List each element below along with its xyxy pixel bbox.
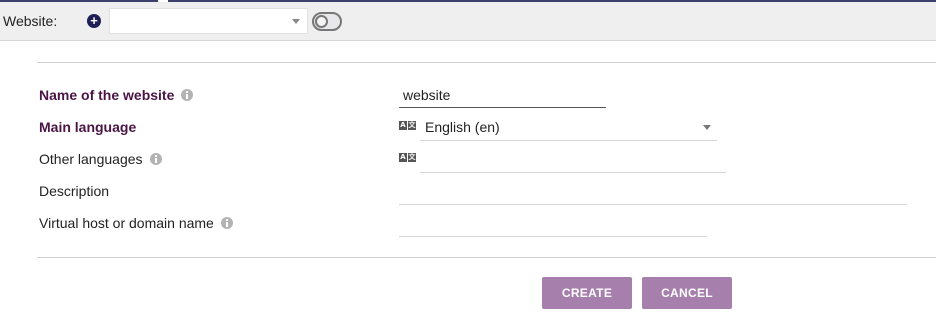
form-bottom-divider — [37, 257, 936, 258]
name-label: Name of the website — [39, 87, 175, 103]
description-row-label: Description — [39, 183, 109, 199]
name-row-label: Name of the website — [39, 87, 194, 103]
main-language-row-label: Main language — [39, 119, 136, 135]
info-icon[interactable] — [220, 217, 233, 229]
main-language-select[interactable]: English (en) — [420, 114, 717, 141]
website-toolbar: Website: + — [0, 2, 936, 41]
virtual-host-input[interactable] — [399, 211, 707, 237]
virtual-host-row-label: Virtual host or domain name — [39, 215, 233, 231]
chevron-down-icon — [292, 19, 300, 24]
chevron-down-icon — [703, 125, 711, 130]
language-icon: A文 — [399, 121, 416, 130]
main-language-value: English (en) — [425, 119, 500, 135]
form-top-divider — [37, 62, 936, 63]
description-label: Description — [39, 183, 110, 199]
language-icon: A文 — [399, 153, 416, 162]
description-input[interactable] — [399, 179, 907, 205]
other-languages-input[interactable] — [420, 147, 726, 173]
toggle-knob — [315, 15, 328, 28]
website-label: Website: — [3, 13, 58, 29]
main-language-label: Main language — [39, 119, 137, 135]
website-name-input[interactable] — [399, 82, 606, 108]
cancel-button[interactable]: CANCEL — [642, 277, 732, 309]
other-languages-row-label: Other languages — [39, 151, 162, 167]
virtual-host-label: Virtual host or domain name — [39, 215, 214, 231]
info-icon[interactable] — [181, 89, 194, 101]
toggle-icon[interactable] — [312, 12, 342, 31]
create-button[interactable]: CREATE — [542, 277, 632, 309]
website-select[interactable] — [109, 8, 308, 34]
other-languages-label: Other languages — [39, 151, 143, 167]
add-website-icon[interactable]: + — [87, 13, 101, 28]
info-icon[interactable] — [149, 153, 162, 165]
